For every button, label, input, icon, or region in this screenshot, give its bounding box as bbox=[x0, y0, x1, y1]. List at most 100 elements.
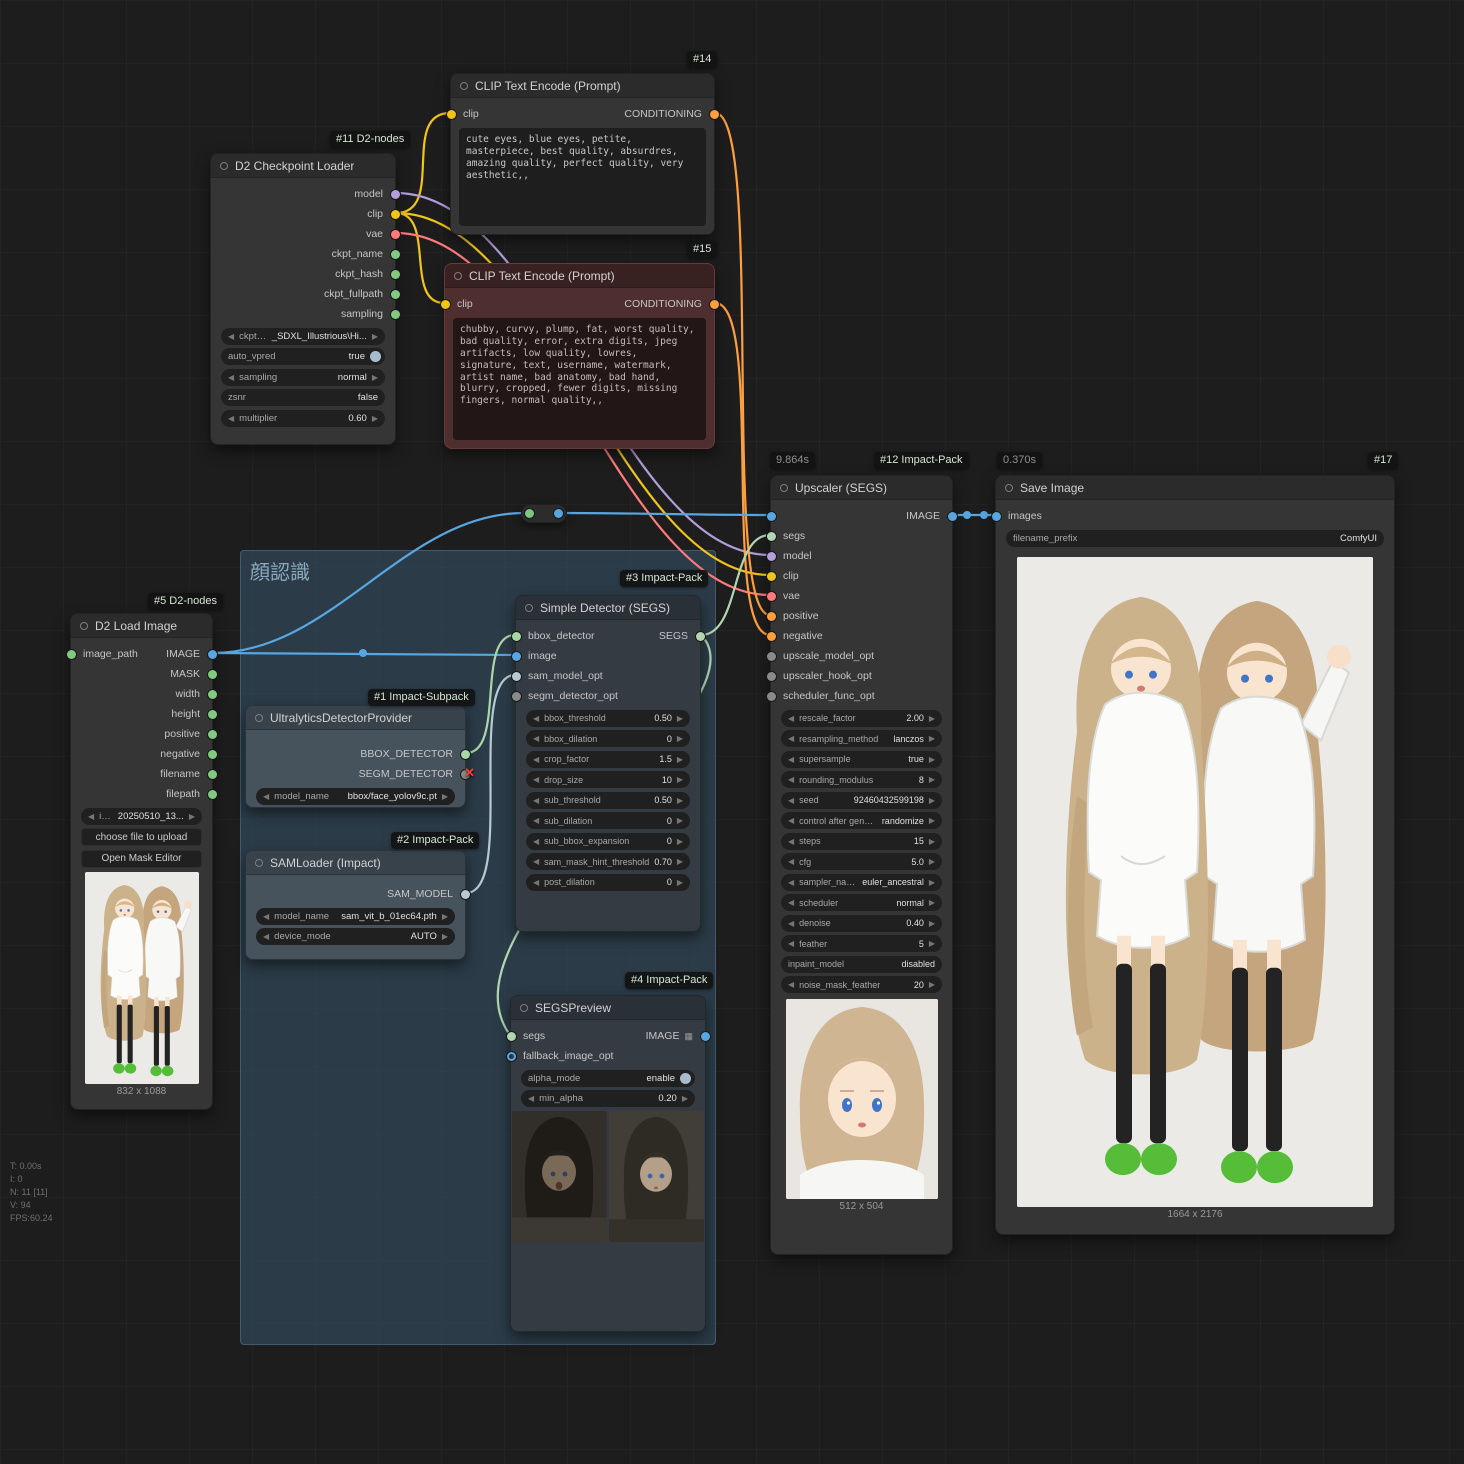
widget-rescale-factor[interactable]: ◀ rescale_factor 2.00 ▶ bbox=[781, 709, 942, 727]
node-ultralytics-detector-provider[interactable]: UltralyticsDetectorProvider BBOX_DETECTO… bbox=[245, 705, 475, 808]
number-increment-icon[interactable]: ▶ bbox=[677, 796, 683, 805]
widget-sam-mask-hint-threshold[interactable]: ◀ sam_mask_hint_threshold 0.70 ▶ bbox=[526, 853, 690, 870]
widget-device-mode[interactable]: ◀ device_mode AUTO ▶ bbox=[256, 928, 455, 945]
widget-drop-size[interactable]: ◀ drop_size 10 ▶ bbox=[526, 771, 690, 788]
number-increment-icon[interactable]: ▶ bbox=[677, 857, 683, 866]
widget-crop-factor[interactable]: ◀ crop_factor 1.5 ▶ bbox=[526, 750, 690, 768]
input-port-segs[interactable] bbox=[506, 1031, 516, 1041]
node-clip-text-encode-negative[interactable]: CLIP Text Encode (Prompt) clip CONDITION… bbox=[440, 263, 719, 449]
widget-control-after-generate[interactable]: ◀ control after generate randomize ▶ bbox=[781, 812, 942, 829]
output-port-image[interactable] bbox=[947, 511, 957, 521]
collapse-dot-icon[interactable] bbox=[780, 483, 788, 492]
output-port-segs[interactable] bbox=[695, 631, 705, 641]
number-increment-icon[interactable]: ▶ bbox=[929, 714, 935, 723]
widget-multiplier[interactable]: ◀ multiplier 0.60 ▶ bbox=[221, 409, 385, 427]
combo-right-arrow-icon[interactable]: ▶ bbox=[929, 878, 935, 887]
number-increment-icon[interactable]: ▶ bbox=[682, 1094, 688, 1103]
node-header[interactable]: D2 Load Image bbox=[71, 614, 212, 638]
collapse-dot-icon[interactable] bbox=[525, 603, 533, 612]
input-port-image[interactable] bbox=[766, 511, 776, 521]
widget-denoise[interactable]: ◀ denoise 0.40 ▶ bbox=[781, 914, 942, 932]
widget-model-name[interactable]: ◀ model_name bbox/face_yolov9c.pt ▶ bbox=[256, 787, 455, 805]
widget-steps[interactable]: ◀ steps 15 ▶ bbox=[781, 832, 942, 850]
output-port-sampling[interactable] bbox=[390, 309, 400, 319]
combo-right-arrow-icon[interactable]: ▶ bbox=[189, 812, 195, 821]
choose-file-button[interactable]: choose file to upload bbox=[81, 828, 202, 846]
number-increment-icon[interactable]: ▶ bbox=[677, 837, 683, 846]
combo-right-arrow-icon[interactable]: ▶ bbox=[372, 332, 378, 341]
combo-left-arrow-icon[interactable]: ◀ bbox=[788, 898, 794, 907]
output-port-negative[interactable] bbox=[207, 749, 217, 759]
number-increment-icon[interactable]: ▶ bbox=[929, 857, 935, 866]
widget-auto-vpred[interactable]: auto_vpred true bbox=[221, 348, 385, 365]
widget-min-alpha[interactable]: ◀ min_alpha 0.20 ▶ bbox=[521, 1090, 695, 1107]
combo-left-arrow-icon[interactable]: ◀ bbox=[88, 812, 94, 821]
combo-right-arrow-icon[interactable]: ▶ bbox=[442, 792, 448, 801]
collapse-dot-icon[interactable] bbox=[220, 161, 228, 170]
combo-left-arrow-icon[interactable]: ◀ bbox=[228, 332, 234, 341]
number-increment-icon[interactable]: ▶ bbox=[677, 714, 683, 723]
open-mask-editor-button[interactable]: Open Mask Editor bbox=[81, 849, 202, 868]
widget-cfg[interactable]: ◀ cfg 5.0 ▶ bbox=[781, 853, 942, 870]
widget-sampler-name[interactable]: ◀ sampler_name euler_ancestral ▶ bbox=[781, 873, 942, 891]
input-port-clip[interactable] bbox=[440, 299, 450, 309]
number-decrement-icon[interactable]: ◀ bbox=[788, 796, 794, 805]
widget-sub-threshold[interactable]: ◀ sub_threshold 0.50 ▶ bbox=[526, 791, 690, 809]
output-port-ckpt-fullpath[interactable] bbox=[390, 289, 400, 299]
node-sam-loader[interactable]: SAMLoader (Impact) SAM_MODEL ◀ model_nam… bbox=[245, 850, 470, 960]
number-decrement-icon[interactable]: ◀ bbox=[533, 734, 539, 743]
output-port-width[interactable] bbox=[207, 689, 217, 699]
input-port-upscaler-hook-opt[interactable] bbox=[766, 671, 776, 681]
number-decrement-icon[interactable]: ◀ bbox=[788, 857, 794, 866]
output-port-filename[interactable] bbox=[207, 769, 217, 779]
collapse-dot-icon[interactable] bbox=[1005, 483, 1013, 492]
input-port-vae[interactable] bbox=[766, 591, 776, 601]
widget-bbox-dilation[interactable]: ◀ bbox_dilation 0 ▶ bbox=[526, 730, 690, 747]
number-decrement-icon[interactable]: ◀ bbox=[788, 775, 794, 784]
input-port-sam-model-opt[interactable] bbox=[511, 671, 521, 681]
output-port-conditioning[interactable] bbox=[709, 109, 719, 119]
prompt-textarea[interactable]: cute eyes, blue eyes, petite, masterpiec… bbox=[459, 128, 706, 226]
combo-left-arrow-icon[interactable]: ◀ bbox=[788, 878, 794, 887]
node-d2-load-image[interactable]: D2 Load Image image_path IMAGE MASK widt… bbox=[66, 613, 217, 1110]
combo-left-arrow-icon[interactable]: ◀ bbox=[788, 816, 794, 825]
combo-left-arrow-icon[interactable]: ◀ bbox=[228, 373, 234, 382]
node-header[interactable]: SEGSPreview bbox=[511, 996, 705, 1020]
input-port-upscale-model-opt[interactable] bbox=[766, 651, 776, 661]
number-decrement-icon[interactable]: ◀ bbox=[788, 837, 794, 846]
output-port-image[interactable] bbox=[700, 1031, 710, 1041]
output-port-ckpt-hash[interactable] bbox=[390, 269, 400, 279]
collapse-dot-icon[interactable] bbox=[460, 81, 468, 90]
number-decrement-icon[interactable]: ◀ bbox=[533, 755, 539, 764]
prompt-textarea[interactable]: chubby, curvy, plump, fat, worst quality… bbox=[453, 318, 706, 440]
node-header[interactable]: CLIP Text Encode (Prompt) bbox=[445, 264, 714, 288]
toggle-knob-icon[interactable] bbox=[680, 1072, 691, 1084]
number-increment-icon[interactable]: ▶ bbox=[677, 816, 683, 825]
node-d2-checkpoint-loader[interactable]: D2 Checkpoint Loader model clip vae ckpt… bbox=[210, 153, 400, 445]
node-header[interactable]: SAMLoader (Impact) bbox=[246, 851, 465, 875]
widget-bbox-threshold[interactable]: ◀ bbox_threshold 0.50 ▶ bbox=[526, 709, 690, 727]
number-decrement-icon[interactable]: ◀ bbox=[788, 939, 794, 948]
collapse-dot-icon[interactable] bbox=[255, 858, 263, 867]
input-port-images[interactable] bbox=[991, 511, 1001, 521]
node-segs-preview[interactable]: SEGSPreview segs IMAGE ▦ fallback_image_… bbox=[506, 995, 710, 1332]
collapse-dot-icon[interactable] bbox=[80, 621, 88, 630]
number-decrement-icon[interactable]: ◀ bbox=[533, 837, 539, 846]
widget-model-name[interactable]: ◀ model_name sam_vit_b_01ec64.pth ▶ bbox=[256, 907, 455, 925]
input-port-clip[interactable] bbox=[446, 109, 456, 119]
number-decrement-icon[interactable]: ◀ bbox=[533, 796, 539, 805]
output-port-sam-model[interactable] bbox=[460, 889, 470, 899]
input-port-fallback-image-opt[interactable] bbox=[506, 1051, 516, 1061]
widget-sampling[interactable]: ◀ sampling normal ▶ bbox=[221, 368, 385, 386]
collapse-dot-icon[interactable] bbox=[454, 271, 462, 280]
number-decrement-icon[interactable]: ◀ bbox=[528, 1094, 534, 1103]
widget-zsnr[interactable]: zsnr false bbox=[221, 389, 385, 406]
input-port-image[interactable] bbox=[511, 651, 521, 661]
number-increment-icon[interactable]: ▶ bbox=[372, 414, 378, 423]
node-upscaler-segs[interactable]: Upscaler (SEGS) IMAGE segs model clip va… bbox=[766, 475, 957, 1255]
widget-sub-bbox-expansion[interactable]: ◀ sub_bbox_expansion 0 ▶ bbox=[526, 832, 690, 850]
input-port-model[interactable] bbox=[766, 551, 776, 561]
widget-resampling-method[interactable]: ◀ resampling_method lanczos ▶ bbox=[781, 730, 942, 747]
widget-feather[interactable]: ◀ feather 5 ▶ bbox=[781, 935, 942, 952]
number-decrement-icon[interactable]: ◀ bbox=[533, 714, 539, 723]
